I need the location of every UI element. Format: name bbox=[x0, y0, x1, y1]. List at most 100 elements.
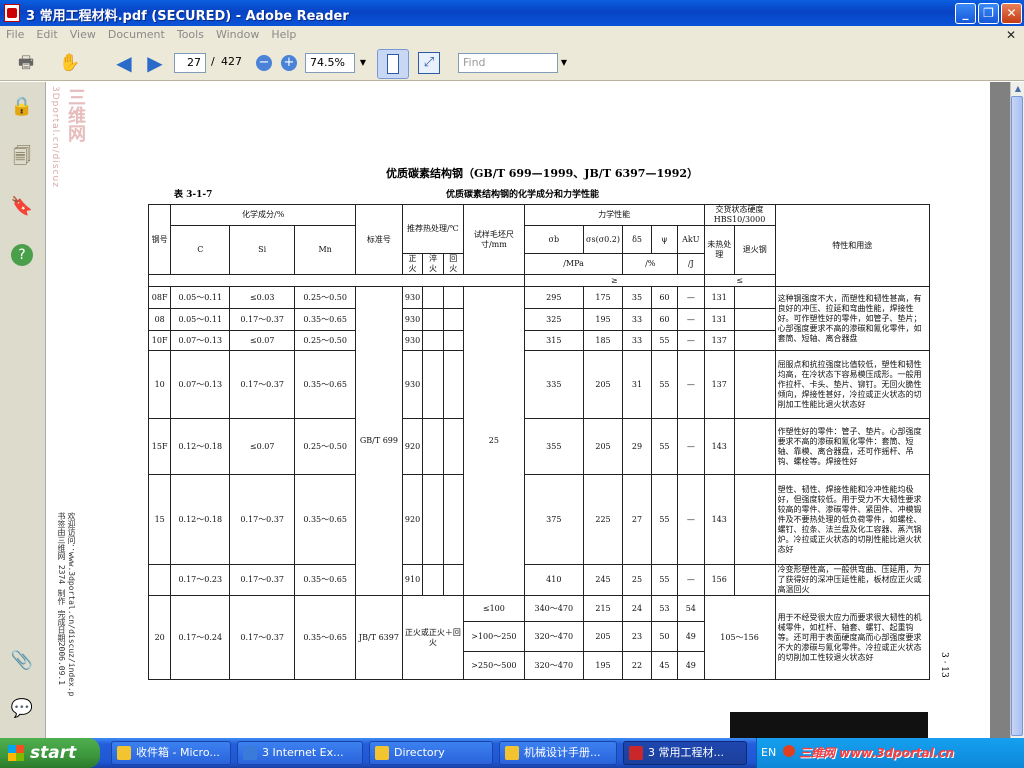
menu-view[interactable]: View bbox=[64, 26, 102, 43]
folder-icon bbox=[375, 746, 389, 760]
use-cell: 用于不经受很大应力而要求很大韧性的机械零件，如杠杆、轴套、螺钉、起重钩等。还可用… bbox=[774, 595, 931, 680]
size-main: 25 bbox=[462, 286, 525, 596]
zoom-dropdown-icon[interactable]: ▼ bbox=[356, 53, 370, 73]
task-mechanical-handbook[interactable]: 机械设计手册... bbox=[499, 741, 617, 765]
doc-title: 优质碳素结构钢（GB/T 699—1999、JB/T 6397—1992） bbox=[386, 167, 699, 180]
hdr-quench: 淬火 bbox=[422, 253, 444, 275]
page-total: 427 bbox=[221, 55, 242, 68]
hdr-c: C bbox=[170, 225, 231, 275]
fit-page-icon[interactable]: ⤢ bbox=[418, 52, 440, 74]
find-dropdown-icon[interactable]: ▼ bbox=[558, 53, 570, 73]
pdf-icon bbox=[4, 4, 20, 22]
use-cell: 这种钢强度不大，而塑性和韧性甚高，有良好的冲压、拉延和弯曲性能，焊接性好。可作塑… bbox=[774, 286, 931, 351]
fit-width-button[interactable] bbox=[377, 49, 409, 79]
zoom-out-icon[interactable]: − bbox=[256, 55, 272, 71]
title-bar: 3 常用工程材料.pdf (SECURED) - Adobe Reader _ … bbox=[0, 0, 1024, 26]
hdr-heat: 推荐热处理/℃ bbox=[401, 204, 464, 254]
menu-file[interactable]: File bbox=[0, 26, 30, 43]
attachments-icon[interactable]: 📎 bbox=[9, 648, 35, 674]
hdr-std: 标准号 bbox=[355, 204, 403, 275]
scrollbar-thumb[interactable] bbox=[1011, 96, 1023, 736]
hdr-ann: 退火钢 bbox=[733, 225, 776, 275]
table-row: 0.17～0.23 0.17～0.37 0.35～0.65 910 410 245 25… bbox=[147, 564, 931, 596]
hand-tool-icon[interactable]: ✋ bbox=[58, 51, 82, 75]
hdr-mn: Mn bbox=[294, 225, 357, 275]
std-jb: JB/T 6397 bbox=[355, 595, 403, 680]
document-viewport[interactable]: 3Dportal.cn/discuz 三维网 书签由三维网 2374 制作 完成… bbox=[46, 82, 1010, 738]
hdr-steel: 钢号 bbox=[147, 204, 172, 275]
use-cell: 冷变形塑性高，一般供弯曲、压延用，为了获得好的深冲压延性能，板材应正火或高温回火 bbox=[774, 564, 931, 596]
table-row: 10 0.07～0.13 0.17～0.37 0.35～0.65 930 335 205… bbox=[147, 350, 931, 419]
hdr-psi: ψ bbox=[650, 225, 679, 254]
previous-page-icon[interactable]: ◀ bbox=[112, 51, 136, 75]
hdr-mech: 力学性能 bbox=[523, 204, 705, 226]
window-title: 3 常用工程材料.pdf (SECURED) - Adobe Reader bbox=[26, 9, 349, 24]
zoom-in-icon[interactable]: + bbox=[281, 55, 297, 71]
print-icon[interactable]: 🖶 bbox=[14, 51, 38, 75]
page-number-label: 3 · 13 bbox=[939, 652, 949, 678]
menu-document[interactable]: Document bbox=[102, 26, 171, 43]
maximize-button[interactable]: ❐ bbox=[978, 3, 999, 24]
hdr-sb: σb bbox=[523, 225, 584, 254]
hdr-si: Si bbox=[229, 225, 296, 275]
side-watermark-url: 3Dportal.cn/discuz bbox=[50, 86, 60, 188]
hdr-unh: 未热处理 bbox=[703, 225, 735, 275]
task-directory[interactable]: Directory bbox=[369, 741, 493, 765]
table-title: 优质碳素结构钢的化学成分和力学性能 bbox=[446, 190, 600, 200]
hdr-hbs: 交货状态硬度HBS10/3000 bbox=[703, 204, 776, 226]
comments-icon[interactable]: 💬 bbox=[9, 696, 35, 722]
hdr-ge: ≥ bbox=[523, 274, 705, 287]
watermark-block bbox=[730, 712, 928, 738]
close-button[interactable]: ✕ bbox=[1001, 3, 1022, 24]
hdr-j: /J bbox=[677, 253, 705, 275]
hdr-pct: /% bbox=[622, 253, 679, 275]
find-input[interactable]: Find bbox=[458, 53, 558, 73]
outlook-icon bbox=[117, 746, 131, 760]
help-icon[interactable]: ? bbox=[11, 244, 33, 266]
table-number: 表 3-1-7 bbox=[174, 190, 213, 200]
menu-edit[interactable]: Edit bbox=[30, 26, 63, 43]
task-internet-explorer[interactable]: 3 Internet Ex... bbox=[237, 741, 363, 765]
table-row: 15F 0.12～0.18 ≤0.07 0.25～0.50 920 355 205 29 5… bbox=[147, 418, 931, 475]
menu-help[interactable]: Help bbox=[265, 26, 302, 43]
minimize-button[interactable]: _ bbox=[955, 3, 976, 24]
language-indicator[interactable]: EN bbox=[761, 746, 776, 759]
table-row: 15 0.12～0.18 0.17～0.37 0.35～0.65 920 375 225… bbox=[147, 474, 931, 565]
ie-icon bbox=[243, 746, 257, 760]
doc-close-icon[interactable]: ✕ bbox=[1004, 28, 1018, 42]
windows-logo-icon bbox=[8, 745, 24, 761]
zoom-level-input[interactable]: 74.5% bbox=[305, 53, 355, 73]
tray-icon[interactable] bbox=[783, 745, 795, 757]
table-row: 20 0.17～0.24 0.17～0.37 0.35～0.65 JB/T 6397 … bbox=[147, 595, 931, 680]
pdf-page: 3Dportal.cn/discuz 三维网 书签由三维网 2374 制作 完成… bbox=[46, 82, 990, 738]
use-cell: 塑性、韧性、焊接性能和冷冲性能均极好，但强度较低。用于受力不大韧性要求较高的零件… bbox=[774, 474, 931, 565]
next-page-icon[interactable]: ▶ bbox=[143, 51, 167, 75]
std-gb: GB/T 699 bbox=[355, 286, 403, 596]
navigation-pane: 🔒 🗐 🔖 ? 📎 💬 bbox=[0, 82, 46, 738]
menu-window[interactable]: Window bbox=[210, 26, 265, 43]
toolbar: 🖶 ✋ ◀ ▶ 27 / 427 − + 74.5% ▼ ⤢ Find ▼ bbox=[0, 45, 1024, 81]
bookmarks-icon[interactable]: 🔖 bbox=[9, 194, 35, 220]
side-watermark-logo: 三维网 bbox=[65, 88, 86, 142]
menu-tools[interactable]: Tools bbox=[171, 26, 210, 43]
hdr-d5: δ5 bbox=[622, 225, 652, 254]
welcome-url-text: 欢迎访问：www.3dportal.cn/discuz/index.p bbox=[67, 512, 76, 697]
hdr-le: ≤ bbox=[703, 274, 776, 287]
hdr-chem: 化学成分/% bbox=[170, 204, 357, 226]
folder-icon bbox=[505, 746, 519, 760]
table-row: 08F 0.05～0.11 ≤0.03 0.25～0.50 GB/T 699 930 … bbox=[147, 286, 931, 596]
fit-width-icon bbox=[387, 54, 399, 74]
steel-properties-table: 钢号 化学成分/% 标准号 推荐热处理/℃ 试样毛坯尺寸/mm 力学性能 交货状… bbox=[147, 204, 931, 680]
task-outlook[interactable]: 收件箱 - Micro... bbox=[111, 741, 231, 765]
page-separator: / bbox=[211, 55, 215, 68]
scroll-up-icon[interactable]: ▲ bbox=[1011, 82, 1024, 96]
tray-watermark: 三维网 www.3dportal.cn bbox=[799, 746, 955, 760]
use-cell: 屈服点和抗拉强度比值较低，塑性和韧性均高，在冷状态下容易模压成形。一般用作拉杆、… bbox=[774, 350, 931, 419]
pages-icon[interactable]: 🗐 bbox=[9, 144, 35, 170]
hdr-ss: σs(σ0.2) bbox=[582, 225, 624, 254]
page-number-input[interactable]: 27 bbox=[174, 53, 206, 73]
hdr-mpa: /MPa bbox=[523, 253, 624, 275]
task-adobe-reader[interactable]: 3 常用工程材... bbox=[623, 741, 747, 765]
lock-icon[interactable]: 🔒 bbox=[9, 94, 35, 120]
use-cell: 作塑性好的零件：管子、垫片。心部强度要求不高的渗碳和氰化零件：套筒、短轴、靠模、… bbox=[774, 418, 931, 475]
